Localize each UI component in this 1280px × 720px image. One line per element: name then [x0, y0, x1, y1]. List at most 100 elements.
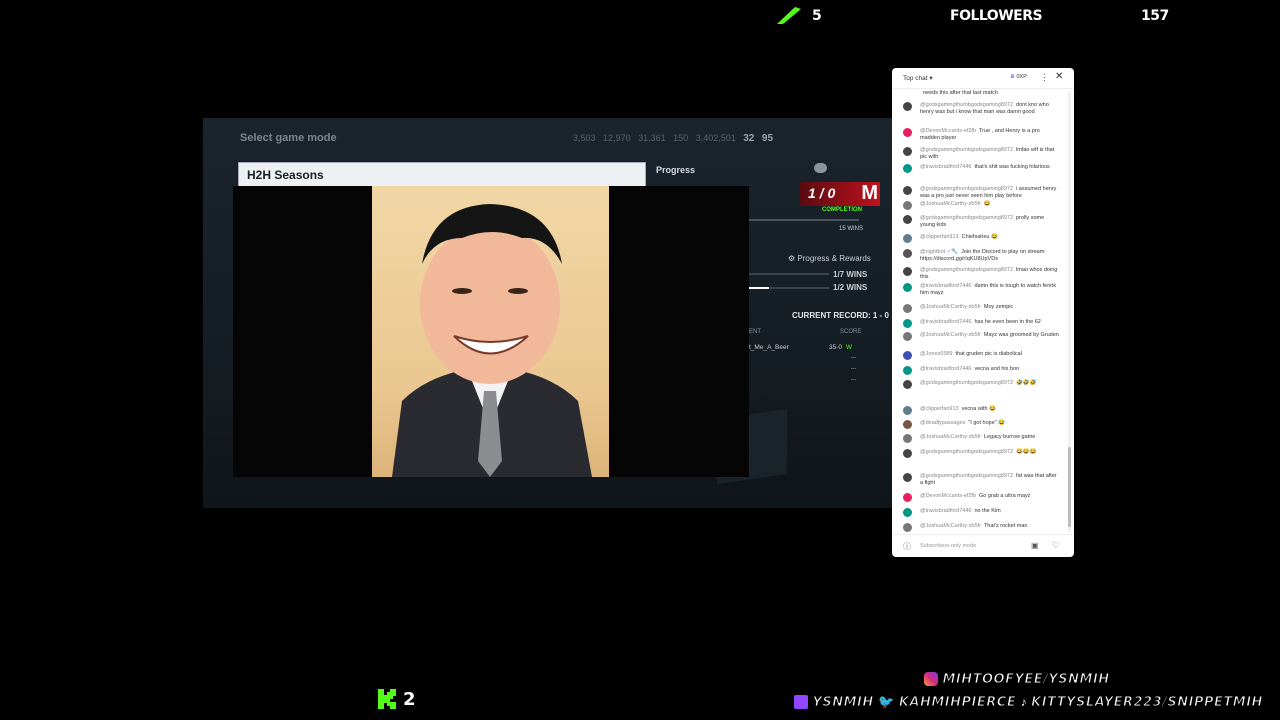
chat-author[interactable]: @godsgamingthumbgodsgaming8972 — [920, 186, 1013, 192]
chat-message-body: @godsgamingthumbgodsgaming8972 lmfao wtf … — [920, 147, 1060, 161]
sub-icon — [775, 6, 803, 24]
top-chat-dropdown[interactable]: Top chat ▾ — [903, 74, 933, 82]
chat-scrollbar[interactable] — [1068, 92, 1071, 532]
sub-count: 5 — [812, 8, 822, 24]
chat-author[interactable]: @clipperfan913 — [920, 234, 959, 240]
chat-message-body: @travisbradford7446 has he even been in t… — [920, 319, 1060, 326]
rank-badge-text: 1 / 0 — [808, 185, 836, 201]
chat-author[interactable]: @godsgamingthumbgodsgaming8972 — [920, 267, 1013, 273]
twitch-icon — [794, 694, 808, 709]
toggle-icon[interactable] — [814, 163, 827, 173]
kick-icon — [378, 689, 397, 709]
chat-author[interactable]: @JoshuaMcCarthy-zb5fr — [920, 523, 981, 529]
chat-author[interactable]: @nightbot ✓🔧 — [920, 249, 958, 255]
chat-text: 😂😂😂 — [1016, 449, 1037, 455]
chevron-down-icon: ▾ — [929, 75, 933, 82]
chat-text: Mayz was groomed by Gruden — [983, 332, 1059, 338]
h2h-seasons-title: H2H Seasons — [247, 168, 324, 182]
avatar — [903, 234, 912, 243]
score-dash-1: --- — [851, 355, 856, 361]
chat-text: Go grab a ultra mayz — [979, 493, 1031, 499]
progress-bar-2 — [749, 287, 829, 289]
currency-level-a: 32 — [743, 133, 755, 144]
wins-1-2: 1/2 WINS — [833, 283, 868, 292]
chat-author[interactable]: @godsgamingthumbgodsgaming8972 — [920, 147, 1013, 153]
avatar — [903, 332, 912, 341]
chat-message-body: @travisbradford7446 vecna and his boo — [920, 366, 1060, 373]
avatar — [903, 351, 912, 360]
chat-author[interactable]: @godsgamingthumbgodsgaming8972 — [920, 215, 1013, 221]
avatar — [903, 493, 912, 502]
chat-message-body: @godsgamingthumbgodsgaming8972 i assumed … — [920, 186, 1060, 200]
avatar — [903, 186, 912, 195]
chat-message-body: @JoshuaMcCarthy-zb5fr Legacy burrow game — [920, 434, 1060, 441]
info-icon[interactable]: ⓘ — [903, 541, 911, 552]
avatar — [903, 380, 912, 389]
chat-author[interactable]: @godsgamingthumbgodsgaming8972 — [920, 102, 1013, 108]
avatar — [903, 319, 912, 328]
chat-author[interactable]: @travisbradford7446 — [920, 283, 971, 289]
chat-text: That's rocket man — [983, 523, 1028, 529]
chat-author[interactable]: @Jones6589 — [920, 351, 953, 357]
portrait-figure — [392, 204, 592, 477]
score-value: 35-0 W — [829, 344, 852, 351]
chat-author[interactable]: @travisbradford7446 — [920, 508, 971, 514]
chat-message-body: @travisbradford7446 no the Kim — [920, 508, 1060, 515]
instagram-text: MIHTOOFYEE/YSNMIH — [942, 672, 1110, 688]
chat-message-body: @DevonMccants-ef2fb True , and Henry is a… — [920, 128, 1060, 142]
chat-message-body: @DevonMccants-ef2fb Go grab a ultra mayz — [920, 493, 1060, 500]
progress-slider — [749, 219, 859, 221]
chat-author[interactable]: @DevonMccants-ef2fb — [920, 493, 976, 499]
chat-message-body: @Jones6589 that gruden pic is diabolical — [920, 351, 1060, 358]
chat-text: no the Kim — [974, 508, 1001, 514]
chat-author[interactable]: @godsgamingthumbgodsgaming8972 — [920, 449, 1013, 455]
more-options-icon[interactable]: ⋮ — [1040, 72, 1049, 83]
avatar — [903, 164, 912, 173]
rank-badge: 1 / 0 M — [800, 182, 880, 206]
progress-rewards-link[interactable]: ⚙ Progress & Rewards — [788, 254, 871, 263]
avatar — [903, 201, 912, 210]
h2h-seasons-tile[interactable]: H2H Seasons — [238, 162, 646, 188]
avatar — [903, 366, 912, 375]
opponent-name: t_Me_A_Beer — [749, 344, 789, 351]
avatar — [903, 473, 912, 482]
chat-message-body: @JoshuaMcCarthy-zb5fr 😂 — [920, 201, 1060, 208]
close-icon[interactable]: ✕ — [1055, 71, 1063, 82]
chat-author[interactable]: @JoshuaMcCarthy-zb5fr — [920, 304, 981, 310]
chat-text: has he even been in the 62 — [974, 319, 1041, 325]
avatar — [903, 523, 912, 532]
chat-author[interactable]: @JoshuaMcCarthy-zb5fr — [920, 434, 981, 440]
chat-author[interactable]: @DevonMccants-ef2fb — [920, 128, 976, 134]
completion-label: COMPLETION — [822, 207, 862, 213]
currency-tokens: 150 — [673, 133, 689, 143]
progress-label: Progress — [656, 165, 696, 175]
avatar — [903, 102, 912, 111]
chat-message-body: @godsgamingthumbgodsgaming8972 😂😂😂 — [920, 449, 1060, 456]
chat-author[interactable]: @travisbradford7446 — [920, 164, 971, 170]
chat-author[interactable]: @clipperfan913 — [920, 406, 959, 412]
chat-author[interactable]: @JoshuaMcCarthy-zb5fr — [920, 332, 981, 338]
avatar — [903, 267, 912, 276]
avatar — [903, 147, 912, 156]
game-mode-title: Select game mode — [240, 132, 337, 144]
chat-author[interactable]: @godsgamingthumbgodsgaming8972 — [920, 380, 1013, 386]
chat-author[interactable]: @deadlypassages — [920, 420, 965, 426]
wins-1-7: 1/7 WINS — [833, 270, 868, 279]
avatar — [903, 304, 912, 313]
score-dash-2: --- — [851, 366, 856, 372]
col-opponent: ENT — [749, 329, 761, 335]
twitch-text: YSNMIH — [812, 695, 874, 711]
emoji-icon[interactable]: ▣ — [1031, 541, 1039, 550]
currency-total: 3,402,501 — [695, 133, 736, 143]
chat-message-body: @JoshuaMcCarthy-zb5fr That's rocket man — [920, 523, 1060, 530]
chat-author[interactable]: @travisbradford7446 — [920, 366, 971, 372]
points-badge[interactable]: ♛ 0XP — [1010, 74, 1027, 80]
chat-author[interactable]: @godsgamingthumbgodsgaming8972 — [920, 473, 1013, 479]
top-chat-label: Top chat — [903, 75, 928, 82]
chat-author[interactable]: @travisbradford7446 — [920, 319, 971, 325]
current-record: CURRENT RECORD: 1 - 0 — [792, 311, 889, 320]
progress-bar-1 — [749, 273, 829, 275]
chat-author[interactable]: @JoshuaMcCarthy-zb5fr — [920, 201, 981, 207]
settings-icon: ⚙ — [788, 254, 796, 263]
heart-icon[interactable]: ♡ — [1052, 540, 1060, 551]
